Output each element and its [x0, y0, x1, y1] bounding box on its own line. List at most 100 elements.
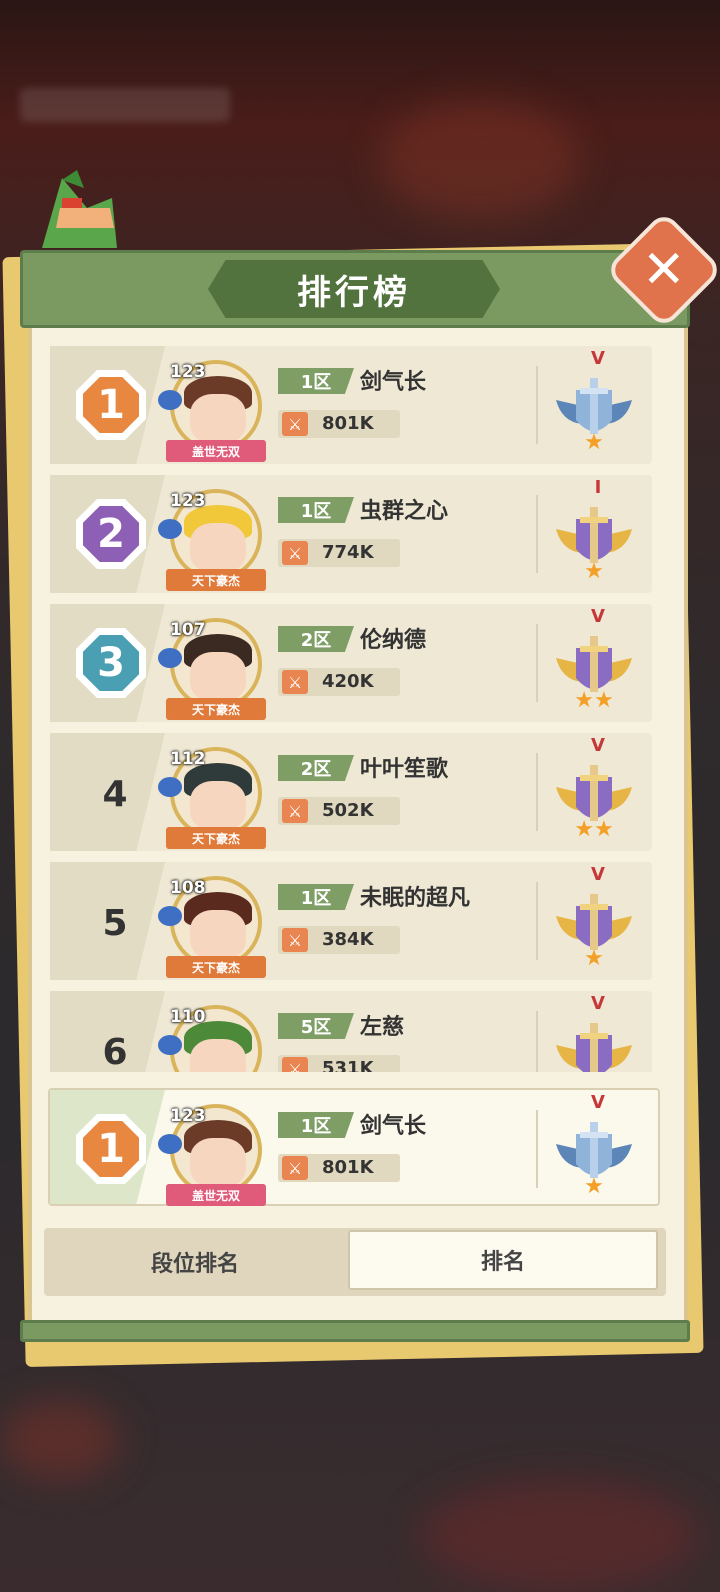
avatar-face	[190, 910, 246, 960]
server-zone-badge: 2区	[278, 626, 354, 652]
combat-power: ⚔ 531K	[278, 1055, 400, 1072]
divider	[536, 495, 538, 573]
power-value: 801K	[322, 1157, 374, 1178]
general-hat-icon	[42, 170, 117, 248]
rank-number: 4	[102, 773, 128, 815]
star-rating: ★★	[574, 688, 614, 713]
crossed-swords-icon: ⚔	[282, 1057, 308, 1072]
player-name: 叶叶笙歌	[360, 757, 449, 782]
rank-number: 6	[102, 1031, 128, 1073]
rank-number: 2	[97, 511, 125, 557]
rank-badge: 1	[76, 1114, 146, 1184]
background-blur	[20, 88, 230, 122]
divider	[536, 753, 538, 831]
flower-decoration-icon	[158, 906, 182, 926]
honor-title-badge: 盖世无双	[166, 1184, 266, 1206]
server-zone-badge: 1区	[278, 884, 354, 910]
list-item[interactable]: 3 107 天下豪杰 2区 伦纳德 ⚔ 420K V ★★	[50, 604, 652, 722]
combat-power: ⚔ 774K	[278, 539, 400, 567]
divider	[536, 624, 538, 702]
page-title: 排行榜	[297, 272, 411, 313]
player-level: 123	[170, 1106, 206, 1126]
list-item[interactable]: 6 110 5区 左慈 ⚔ 531K V	[50, 991, 652, 1072]
crossed-swords-icon: ⚔	[282, 799, 308, 823]
power-value: 801K	[322, 413, 374, 434]
divider	[536, 882, 538, 960]
avatar-face	[190, 1138, 246, 1188]
background-glow	[0, 1400, 120, 1480]
avatar-face	[190, 523, 246, 573]
tab-tier-rank[interactable]: 段位排名	[44, 1228, 346, 1296]
star-rating: ★	[584, 559, 604, 584]
list-item[interactable]: 1 123 盖世无双 1区 剑气长 ⚔ 801K V ★	[50, 346, 652, 464]
star-rating: ★★	[574, 817, 614, 842]
divider	[536, 1110, 538, 1188]
player-level: 123	[170, 362, 206, 382]
background-glow	[420, 1480, 700, 1590]
tier-level: V	[591, 606, 605, 627]
flower-decoration-icon	[158, 390, 182, 410]
player-level: 110	[170, 1007, 206, 1027]
player-level: 108	[170, 878, 206, 898]
player-name: 剑气长	[360, 1114, 427, 1139]
player-level: 112	[170, 749, 206, 769]
avatar-face	[190, 652, 246, 702]
flower-decoration-icon	[158, 777, 182, 797]
rank-emblem-icon	[552, 1015, 636, 1072]
player-level: 107	[170, 620, 206, 640]
star-rating: ★	[584, 1174, 604, 1199]
rank-number: 1	[97, 1126, 125, 1172]
player-name: 左慈	[360, 1015, 405, 1040]
flower-decoration-icon	[158, 648, 182, 668]
combat-power: ⚔ 502K	[278, 797, 400, 825]
rank-number: 1	[97, 382, 125, 428]
tier-level: V	[591, 864, 605, 885]
crossed-swords-icon: ⚔	[282, 670, 308, 694]
power-value: 502K	[322, 800, 374, 821]
tier-level: I	[594, 477, 602, 498]
server-zone-badge: 1区	[278, 1112, 354, 1138]
player-name: 虫群之心	[360, 499, 449, 524]
tab-rank[interactable]: 排名	[348, 1230, 658, 1290]
flower-decoration-icon	[158, 1134, 182, 1154]
tier-level: V	[591, 348, 605, 369]
divider	[536, 366, 538, 444]
honor-title-badge: 盖世无双	[166, 440, 266, 462]
combat-power: ⚔ 420K	[278, 668, 400, 696]
rank-number: 5	[102, 902, 128, 944]
flower-decoration-icon	[158, 1035, 182, 1055]
power-value: 384K	[322, 929, 374, 950]
tier-level: V	[591, 1092, 605, 1113]
my-rank-content: 1 123 盖世无双 1区 剑气长 ⚔ 801K V ★	[50, 1090, 658, 1206]
star-rating: ★	[584, 430, 604, 455]
rank-badge: 1	[76, 370, 146, 440]
player-name: 未眠的超凡	[360, 886, 471, 911]
ranking-list[interactable]: 1 123 盖世无双 1区 剑气长 ⚔ 801K V ★ 2 123 天下豪杰 1区 虫群之心 ⚔ 774K I…	[48, 346, 658, 1072]
rank-number: 3	[97, 640, 125, 686]
server-zone-badge: 1区	[278, 368, 354, 394]
rank-badge: 3	[76, 628, 146, 698]
title-banner: 排行榜	[208, 260, 500, 318]
player-name: 伦纳德	[360, 628, 427, 653]
crossed-swords-icon: ⚔	[282, 928, 308, 952]
combat-power: ⚔ 384K	[278, 926, 400, 954]
avatar-face	[190, 1039, 246, 1072]
tab-bar: 段位排名 排名	[44, 1228, 666, 1296]
divider	[536, 1011, 538, 1072]
list-item[interactable]: 4 112 天下豪杰 2区 叶叶笙歌 ⚔ 502K V ★★	[50, 733, 652, 851]
server-zone-badge: 1区	[278, 497, 354, 523]
crossed-swords-icon: ⚔	[282, 1156, 308, 1180]
list-item[interactable]: 5 108 天下豪杰 1区 未眠的超凡 ⚔ 384K V ★	[50, 862, 652, 980]
avatar-face	[190, 781, 246, 831]
honor-title-badge: 天下豪杰	[166, 698, 266, 720]
avatar-face	[190, 394, 246, 444]
panel-footer-bar	[20, 1320, 690, 1342]
power-value: 420K	[322, 671, 374, 692]
tier-level: V	[591, 993, 605, 1014]
crossed-swords-icon: ⚔	[282, 412, 308, 436]
list-item[interactable]: 2 123 天下豪杰 1区 虫群之心 ⚔ 774K I ★	[50, 475, 652, 593]
honor-title-badge: 天下豪杰	[166, 956, 266, 978]
combat-power: ⚔ 801K	[278, 410, 400, 438]
power-value: 774K	[322, 542, 374, 563]
close-icon: ✕	[642, 239, 686, 300]
